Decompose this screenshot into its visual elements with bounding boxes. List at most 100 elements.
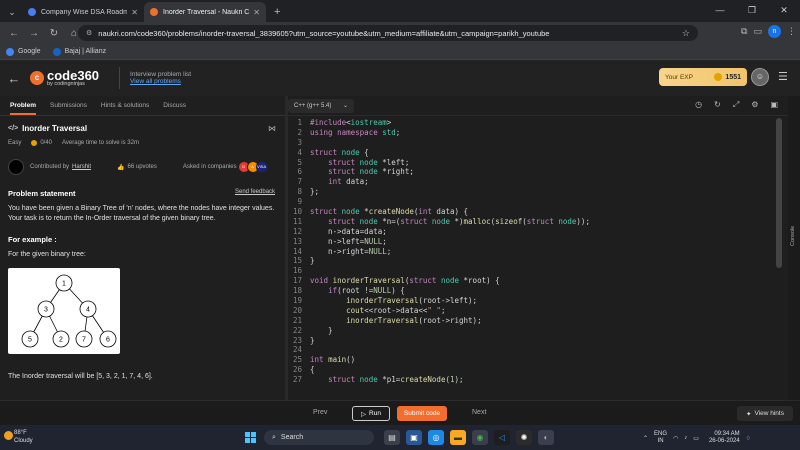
minimize-icon[interactable]: — — [704, 0, 736, 20]
bookmark-bajaj[interactable]: Bajaj | Allianz — [52, 47, 106, 56]
upvote-icon[interactable]: 👍 — [117, 164, 124, 171]
github-icon[interactable]: ◐ — [538, 430, 554, 445]
editor-scrollbar[interactable] — [776, 118, 782, 268]
expand-panel-icon[interactable]: ▣ — [770, 100, 778, 110]
language-select[interactable]: C++ (g++ 5.4) ⌄ — [288, 98, 354, 113]
code360-logo[interactable]: c code360 by codingninjas — [30, 69, 99, 87]
address-bar[interactable]: ⚙ naukri.com/code360/problems/inorder-tr… — [78, 25, 698, 41]
extensions-icon[interactable]: ⧉ — [741, 26, 747, 37]
user-avatar[interactable]: ☺ — [751, 68, 769, 86]
site-info-icon[interactable]: ⚙ — [86, 29, 92, 37]
weather-widget[interactable]: 88°F Cloudy — [4, 429, 33, 445]
browser-toolbar: ← → ↻ ⌂ ⚙ naukri.com/code360/problems/in… — [0, 22, 800, 44]
console-toggle[interactable]: Console — [788, 96, 800, 400]
notification-bell-icon[interactable]: ♢ — [746, 435, 751, 442]
close-window-icon[interactable]: ✕ — [768, 0, 800, 20]
hamburger-menu-icon[interactable]: ☰ — [778, 70, 788, 83]
code-area[interactable]: 1 #include<iostream> 2 using namespace std;… — [288, 118, 778, 388]
new-tab-button[interactable]: + — [266, 2, 288, 22]
line-number: 14 — [292, 246, 302, 256]
settings-gear-icon[interactable]: ⚙ — [751, 100, 758, 110]
sidebar-icon[interactable]: ▭ — [753, 26, 762, 37]
taskbar-search[interactable]: ⌕ Search — [264, 430, 374, 445]
reset-code-icon[interactable]: ↻ — [714, 100, 721, 110]
submit-code-button[interactable]: Submit code — [397, 406, 447, 421]
tab-close-icon[interactable]: ✕ — [253, 8, 260, 17]
send-feedback-link[interactable]: Send feedback — [235, 189, 275, 195]
chatgpt-icon[interactable]: ✺ — [516, 430, 532, 445]
line-number: 7 — [297, 177, 302, 187]
battery-icon[interactable]: ▭ — [693, 435, 699, 442]
line-number: 15 — [292, 256, 302, 266]
tray-chevron-icon[interactable]: ⌃ — [643, 435, 648, 442]
line-text: struct node { — [310, 147, 369, 157]
volume-icon[interactable]: ♪ — [684, 435, 687, 441]
line-text: } — [310, 325, 333, 335]
share-icon[interactable]: ⋈ — [268, 124, 276, 133]
tab-close-icon[interactable]: ✕ — [131, 8, 138, 17]
file-explorer-icon[interactable]: ▬ — [450, 430, 466, 445]
line-number: 24 — [292, 345, 302, 355]
reload-icon[interactable]: ↻ — [44, 28, 64, 39]
view-all-problems-link[interactable]: View all problems — [130, 78, 191, 85]
tab-hints-solutions[interactable]: Hints & solutions — [101, 102, 149, 109]
next-button[interactable]: Next — [472, 409, 486, 416]
windows-start-icon[interactable] — [245, 432, 256, 443]
task-view-icon[interactable]: ▤ — [384, 430, 400, 445]
maximize-icon[interactable]: ❐ — [736, 0, 768, 20]
view-hints-button[interactable]: ✦ View hints — [737, 406, 793, 421]
search-icon: ⌕ — [272, 433, 276, 441]
vscode-icon[interactable]: ◁ — [494, 430, 510, 445]
tab-submissions[interactable]: Submissions — [50, 102, 87, 109]
bookmark-star-icon[interactable]: ☆ — [682, 28, 690, 39]
clock[interactable]: 09:34 AM 26-06-2024 — [709, 431, 740, 445]
tree-node-label: 3 — [44, 307, 48, 314]
score-wrap: 0/40 — [31, 140, 52, 146]
code-line: 13 n->left=NULL; — [288, 237, 778, 247]
browser-menu-icon[interactable]: ⋮ — [787, 26, 796, 37]
exp-badge[interactable]: Your EXP 1551 — [659, 68, 747, 86]
exp-value-wrap: 1551 — [714, 73, 741, 81]
app-icon[interactable]: ▣ — [406, 430, 422, 445]
fullscreen-icon[interactable]: ⤢ — [733, 100, 739, 110]
profile-avatar[interactable]: n — [768, 25, 781, 38]
browser-tab[interactable]: Company Wise DSA Roadmap ✕ — [22, 2, 144, 22]
weather-temp: 88°F — [14, 430, 27, 436]
back-arrow-icon[interactable]: ← — [0, 71, 28, 86]
line-text: struct node *right; — [328, 167, 414, 177]
back-arrow-icon[interactable]: ← — [4, 28, 24, 39]
wifi-icon[interactable]: ◠ — [673, 435, 678, 442]
tab-search-chevron-icon[interactable]: ⌄ — [2, 2, 22, 22]
chrome-icon[interactable]: ◉ — [472, 430, 488, 445]
bookmark-google[interactable]: Google — [6, 47, 41, 56]
line-number: 16 — [292, 266, 302, 276]
code-line: 23} — [288, 336, 778, 346]
browser-tab-active[interactable]: Inorder Traversal - Naukri Code ✕ — [144, 2, 266, 22]
lang-secondary: IN — [657, 438, 664, 444]
code-line: 2 using namespace std; — [288, 128, 778, 138]
code-line: 25 int main() — [288, 355, 778, 365]
code-line: 22 } — [288, 326, 778, 336]
browser-icon[interactable]: ◎ — [428, 430, 444, 445]
company-logos[interactable]: G A VISA — [237, 161, 268, 173]
code-line: 9 — [288, 197, 778, 207]
run-button[interactable]: ▷ Run — [352, 406, 390, 421]
system-tray: ⌃ ENG IN ◠ ♪ ▭ 09:34 AM 26-06-2024 ♢ — [643, 431, 751, 445]
code-line: 7 int data; — [288, 177, 778, 187]
line-number: 19 — [292, 296, 302, 306]
language-value: C++ (g++ 5.4) — [294, 102, 332, 109]
forward-arrow-icon[interactable]: → — [24, 28, 44, 39]
code-line: 10 struct node *createNode(int data) { — [288, 207, 778, 217]
timer-icon[interactable]: ◷ — [695, 100, 702, 110]
line-text: using namespace std; — [310, 127, 401, 137]
line-text: struct node *left; — [328, 157, 410, 167]
contributor-link[interactable]: Harshit — [72, 164, 91, 170]
line-number: 6 — [297, 167, 302, 177]
line-text: struct node *n=(struct node *)malloc(siz… — [328, 216, 590, 226]
tree-node-label: 2 — [59, 337, 63, 344]
tab-discuss[interactable]: Discuss — [163, 102, 186, 109]
tab-problem[interactable]: Problem — [10, 102, 37, 115]
code-line: 20 cout<<root->data<<" "; — [288, 306, 778, 316]
prev-button[interactable]: Prev — [313, 409, 327, 416]
language-indicator[interactable]: ENG IN — [654, 431, 667, 445]
